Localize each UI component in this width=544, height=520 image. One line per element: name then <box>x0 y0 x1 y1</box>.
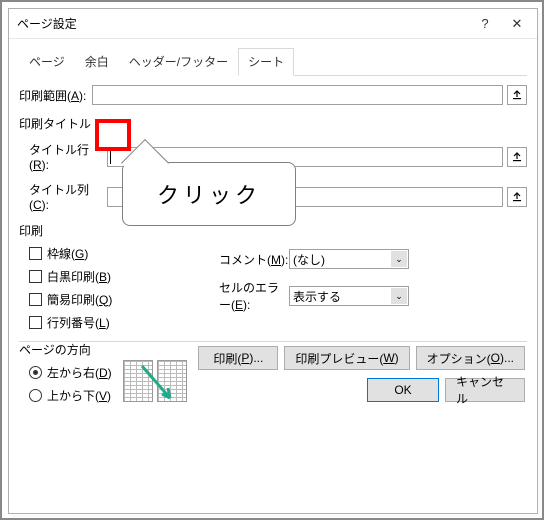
errors-label: セルのエラー(E): <box>219 279 289 313</box>
collapse-icon[interactable] <box>507 85 527 105</box>
print-titles-section: 印刷タイトル <box>19 115 527 132</box>
tab-page[interactable]: ページ <box>19 48 75 76</box>
cancel-button[interactable]: キャンセル <box>445 378 525 402</box>
order-ltr-radio[interactable]: 左から右(D) <box>29 364 112 381</box>
tab-margin[interactable]: 余白 <box>75 48 119 76</box>
comments-label: コメント(M): <box>219 251 289 268</box>
tab-sheet[interactable]: シート <box>238 48 294 76</box>
blackwhite-checkbox[interactable]: 白黒印刷(B) <box>29 268 219 285</box>
window-title: ページ設定 <box>17 15 469 32</box>
title-cols-label: タイトル列(C): <box>29 181 107 212</box>
gridlines-checkbox[interactable]: 枠線(G) <box>29 245 219 262</box>
collapse-icon[interactable] <box>507 187 527 207</box>
order-ttb-radio[interactable]: 上から下(V) <box>29 387 112 404</box>
chevron-down-icon: ⌄ <box>391 288 407 304</box>
close-button[interactable]: ✕ <box>501 10 533 38</box>
tab-header-footer[interactable]: ヘッダー/フッター <box>119 48 238 76</box>
page-setup-dialog: ページ設定 ? ✕ ページ 余白 ヘッダー/フッター シート 印刷範囲(A): … <box>8 8 538 514</box>
print-area-input[interactable] <box>92 85 503 105</box>
print-area-label: 印刷範囲(A): <box>19 87 86 104</box>
collapse-icon[interactable] <box>507 147 527 167</box>
options-button[interactable]: オプション(O)... <box>416 346 525 370</box>
print-preview-button[interactable]: 印刷プレビュー(W) <box>284 346 409 370</box>
tab-bar: ページ 余白 ヘッダー/フッター シート <box>19 47 527 76</box>
print-button[interactable]: 印刷(P)... <box>198 346 278 370</box>
errors-combo[interactable]: 表示する⌄ <box>289 286 409 306</box>
help-button[interactable]: ? <box>469 10 501 38</box>
draft-checkbox[interactable]: 簡易印刷(Q) <box>29 291 219 308</box>
comments-combo[interactable]: (なし)⌄ <box>289 249 409 269</box>
titlebar: ページ設定 ? ✕ <box>9 9 537 39</box>
chevron-down-icon: ⌄ <box>391 251 407 267</box>
page-order-preview <box>120 358 190 404</box>
ok-button[interactable]: OK <box>367 378 439 402</box>
rowcol-checkbox[interactable]: 行列番号(L) <box>29 314 219 331</box>
title-rows-label: タイトル行(R): <box>29 141 107 172</box>
